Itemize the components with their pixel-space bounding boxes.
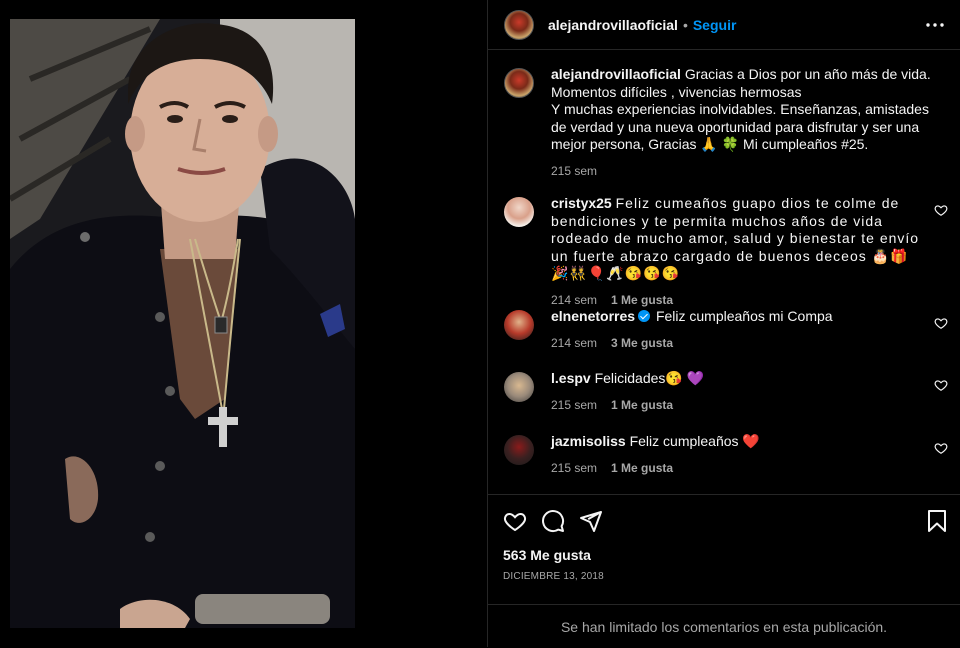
- comment-avatar[interactable]: [504, 435, 534, 465]
- comment-icon[interactable]: [541, 509, 565, 533]
- more-icon: [926, 22, 944, 27]
- caption: alejandrovillaoficial Gracias a Dios por…: [504, 66, 948, 180]
- comments-list[interactable]: alejandrovillaoficial Gracias a Dios por…: [488, 51, 960, 494]
- comment-avatar[interactable]: [504, 197, 534, 227]
- caption-line-2: Momentos difíciles , vivencias hermosas: [551, 83, 802, 100]
- comment-meta: 214 sem 3 Me gusta: [551, 335, 926, 353]
- comment-like-heart-icon[interactable]: [934, 203, 948, 217]
- comment-like-heart-icon[interactable]: [934, 316, 948, 330]
- comment-body: Feliz cumpleaños ❤️: [629, 433, 760, 449]
- comment-text: cristyx25 Feliz cumeaños guapo dios te c…: [551, 195, 926, 283]
- share-icon[interactable]: [579, 509, 603, 533]
- author-avatar[interactable]: [504, 9, 534, 40]
- comment-time[interactable]: 215 sem: [551, 398, 597, 412]
- comment-username[interactable]: jazmisoliss: [551, 433, 626, 449]
- likes-count[interactable]: 563 Me gusta: [503, 547, 591, 563]
- post-actions: 563 Me gusta DICIEMBRE 13, 2018: [488, 494, 960, 605]
- verified-icon: [638, 310, 651, 322]
- comment-time[interactable]: 214 sem: [551, 293, 597, 307]
- caption-time[interactable]: 215 sem: [551, 164, 597, 178]
- comment-body: Feliz cumpleaños mi Compa: [655, 308, 833, 324]
- comment-item: l.espv Felicidades😘 💜 215 sem 1 Me gusta: [504, 370, 948, 414]
- comment-likes[interactable]: 1 Me gusta: [611, 293, 673, 307]
- comment-likes[interactable]: 3 Me gusta: [611, 336, 673, 350]
- caption-avatar[interactable]: [504, 68, 534, 98]
- comment-time[interactable]: 215 sem: [551, 461, 597, 475]
- comment-username[interactable]: elnenetorres: [551, 308, 635, 324]
- caption-line-3: Y muchas experiencias inolvidables. Ense…: [551, 101, 929, 152]
- comment-text: elnenetorres Feliz cumpleaños mi Compa: [551, 308, 926, 326]
- post-date[interactable]: DICIEMBRE 13, 2018: [503, 571, 604, 582]
- comment-likes[interactable]: 1 Me gusta: [611, 461, 673, 475]
- comment-item: elnenetorres Feliz cumpleaños mi Compa 2…: [504, 308, 948, 352]
- post-sidebar: alejandrovillaoficial • Seguir alejandro…: [487, 0, 960, 647]
- caption-line-1: Gracias a Dios por un año más de vida.: [684, 66, 931, 82]
- comment-username[interactable]: cristyx25: [551, 195, 612, 211]
- follow-button[interactable]: Seguir: [693, 17, 737, 33]
- comments-limited-notice: Se han limitado los comentarios en esta …: [488, 604, 960, 648]
- comment-time[interactable]: 214 sem: [551, 336, 597, 350]
- separator-dot: •: [682, 16, 688, 33]
- comment-avatar[interactable]: [504, 310, 534, 340]
- comment-text: jazmisoliss Feliz cumpleaños ❤️: [551, 433, 926, 451]
- comment-username[interactable]: l.espv: [551, 370, 591, 386]
- comment-avatar[interactable]: [504, 372, 534, 402]
- save-icon[interactable]: [925, 509, 949, 533]
- comment-meta: 215 sem 1 Me gusta: [551, 397, 926, 415]
- post-photo[interactable]: [10, 19, 355, 628]
- comment-item: jazmisoliss Feliz cumpleaños ❤️ 215 sem 1…: [504, 433, 948, 477]
- comment-text: l.espv Felicidades😘 💜: [551, 370, 926, 388]
- comment-meta: 215 sem 1 Me gusta: [551, 460, 926, 478]
- comment-likes[interactable]: 1 Me gusta: [611, 398, 673, 412]
- photo-pane: [0, 0, 487, 647]
- post-header: alejandrovillaoficial • Seguir: [488, 0, 960, 50]
- heart-icon[interactable]: [503, 509, 527, 533]
- post-photo-illustration: [10, 19, 355, 628]
- caption-username[interactable]: alejandrovillaoficial: [551, 66, 681, 82]
- comment-like-heart-icon[interactable]: [934, 378, 948, 392]
- comment-like-heart-icon[interactable]: [934, 441, 948, 455]
- comment-item: cristyx25 Feliz cumeaños guapo dios te c…: [504, 195, 948, 309]
- comment-meta: 214 sem 1 Me gusta: [551, 292, 926, 310]
- caption-meta: 215 sem: [551, 163, 948, 181]
- more-options-button[interactable]: [926, 16, 944, 34]
- author-username[interactable]: alejandrovillaoficial: [548, 17, 678, 33]
- comment-body: Felicidades😘 💜: [594, 370, 705, 386]
- caption-text: alejandrovillaoficial Gracias a Dios por…: [551, 66, 948, 154]
